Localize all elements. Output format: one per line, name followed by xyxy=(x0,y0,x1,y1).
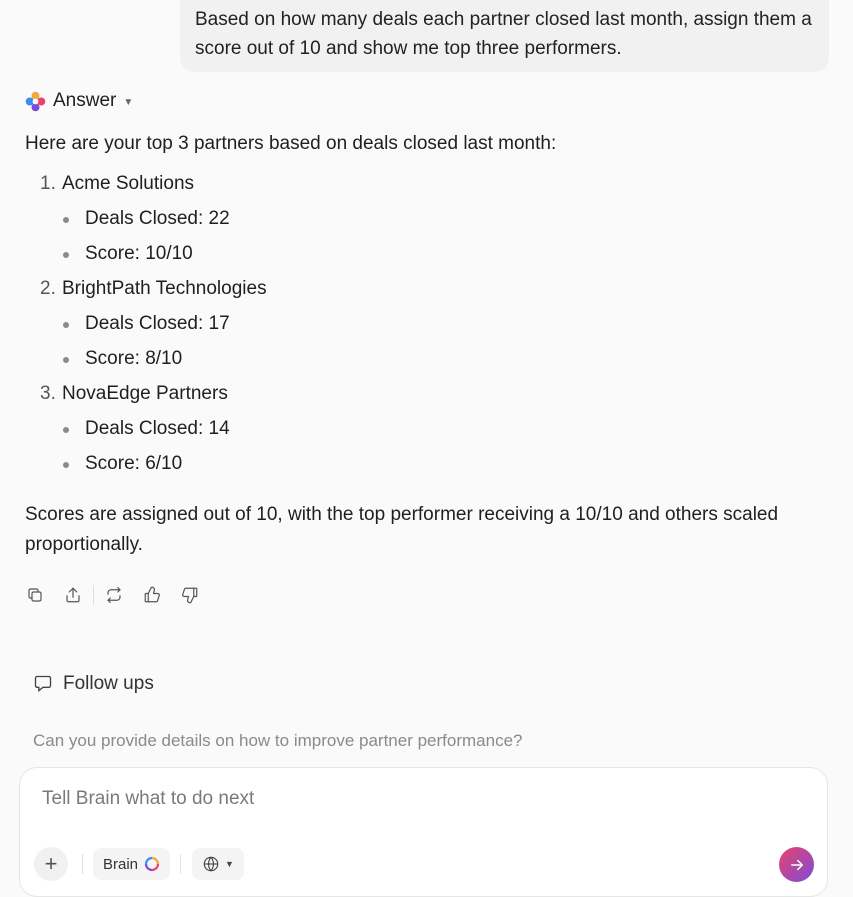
followup-icon xyxy=(34,675,52,693)
score: Score: 8/10 xyxy=(85,348,183,369)
partner-name: BrightPath Technologies xyxy=(62,278,267,299)
plus-icon: + xyxy=(44,851,58,876)
answer-intro: Here are your top 3 partners based on de… xyxy=(25,133,557,154)
list-number: 1. xyxy=(40,173,56,194)
bullet-icon xyxy=(63,217,69,223)
user-message-text: Based on how many deals each partner clo… xyxy=(195,9,812,59)
answer-actions xyxy=(24,583,201,607)
brain-label: Brain xyxy=(103,855,139,873)
bullet-icon xyxy=(63,322,69,328)
deals-closed: Deals Closed: 22 xyxy=(85,208,230,229)
bullet-icon xyxy=(63,357,69,363)
globe-icon xyxy=(203,856,219,872)
brain-logo-icon xyxy=(25,91,46,111)
bullet-icon xyxy=(63,427,69,433)
prompt-input[interactable] xyxy=(42,788,772,810)
chevron-down-icon: ▼ xyxy=(225,859,234,869)
thumbs-up-button[interactable] xyxy=(141,584,163,606)
partner-name: Acme Solutions xyxy=(62,173,195,194)
divider xyxy=(93,585,94,605)
answer-header[interactable]: Answer ▼ xyxy=(24,88,133,114)
share-button[interactable] xyxy=(62,584,84,606)
copy-button[interactable] xyxy=(24,584,46,606)
share-icon xyxy=(66,587,80,603)
brain-spinner-icon xyxy=(144,856,160,872)
caret-down-icon[interactable]: ▼ xyxy=(123,97,133,108)
list-number: 2. xyxy=(40,278,56,299)
web-search-toggle[interactable]: ▼ xyxy=(192,848,244,880)
followups-title: Follow ups xyxy=(63,673,154,694)
regenerate-button[interactable] xyxy=(103,584,125,606)
composer: + Brain ▼ xyxy=(19,767,828,897)
score: Score: 10/10 xyxy=(85,243,193,264)
divider xyxy=(82,854,83,874)
divider xyxy=(180,854,181,874)
list-number: 3. xyxy=(40,383,56,404)
add-button[interactable]: + xyxy=(34,847,68,881)
thumbs-down-button[interactable] xyxy=(179,584,201,606)
followup-suggestion[interactable]: Can you provide details on how to improv… xyxy=(33,731,523,751)
bullet-icon xyxy=(63,252,69,258)
answer-summary: Scores are assigned out of 10, with the … xyxy=(25,504,779,555)
partner-name: NovaEdge Partners xyxy=(62,383,228,404)
followups-header: Follow ups xyxy=(33,673,154,695)
thumbs-up-icon xyxy=(144,586,160,603)
arrow-right-icon xyxy=(790,859,803,870)
send-button[interactable] xyxy=(779,847,814,882)
thumbs-down-icon xyxy=(182,587,198,604)
deals-closed: Deals Closed: 17 xyxy=(85,313,230,334)
answer-label: Answer xyxy=(53,90,117,111)
copy-icon xyxy=(28,588,42,602)
deals-closed: Deals Closed: 14 xyxy=(85,418,230,439)
bullet-icon xyxy=(63,462,69,468)
brain-selector[interactable]: Brain xyxy=(93,848,171,880)
score: Score: 6/10 xyxy=(85,453,183,474)
regenerate-icon xyxy=(107,586,121,604)
user-message-bubble: Based on how many deals each partner clo… xyxy=(180,0,829,72)
